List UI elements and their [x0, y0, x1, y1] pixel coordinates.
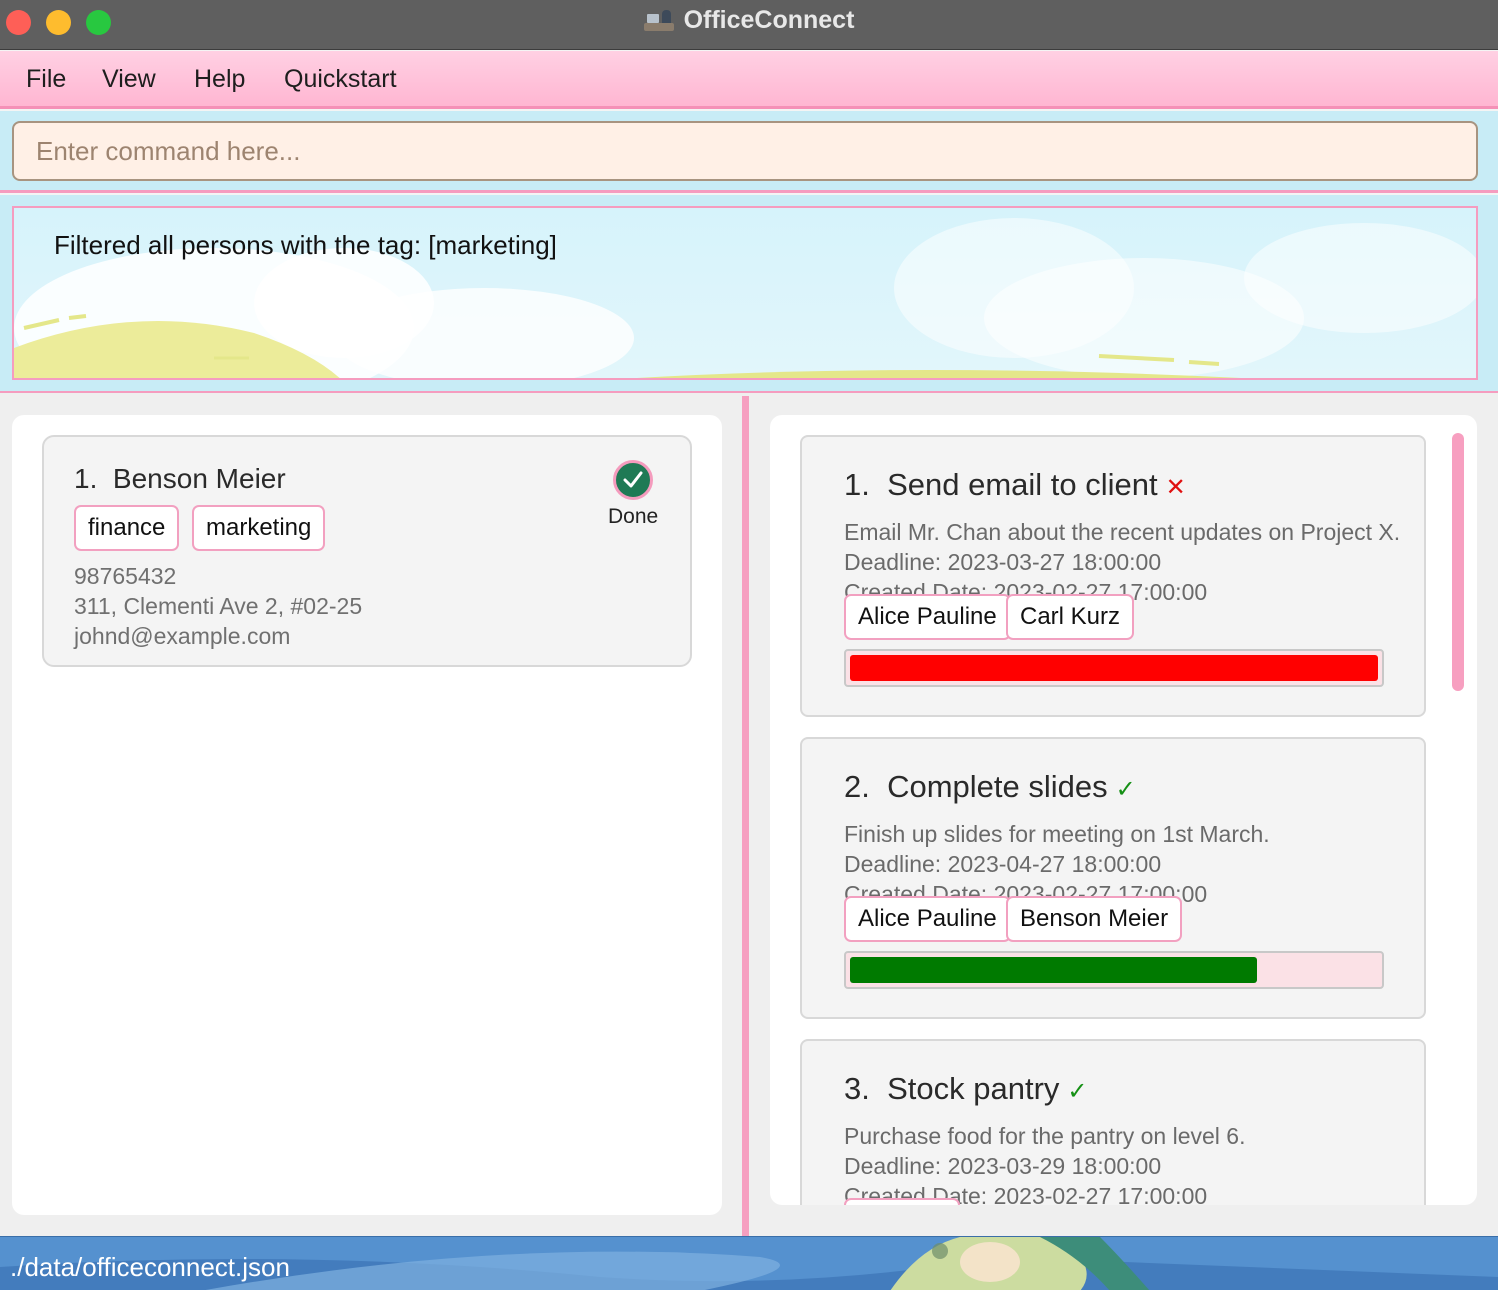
- task-title-text: Send email to client: [887, 467, 1158, 502]
- title-bar: OfficeConnect: [0, 0, 1498, 50]
- task-index: 2.: [844, 769, 870, 804]
- task-card[interactable]: 3. Stock pantry ✓ Purchase food for the p…: [800, 1039, 1426, 1205]
- task-description: Email Mr. Chan about the recent updates …: [844, 519, 1401, 545]
- task-list-scrollbar[interactable]: [1452, 433, 1464, 691]
- checkmark-icon: ✓: [1067, 1078, 1088, 1105]
- task-progress-fill: [850, 655, 1378, 681]
- menu-quickstart[interactable]: Quickstart: [284, 65, 397, 94]
- person-name: 1. Benson Meier: [74, 463, 286, 495]
- result-area: Filtered all persons with the tag: [mark…: [0, 195, 1498, 393]
- task-title-text: Complete slides: [887, 769, 1108, 804]
- task-assignee: Benson Meier: [1006, 896, 1183, 942]
- panel-divider[interactable]: [742, 396, 749, 1236]
- person-tag: finance: [74, 505, 180, 551]
- office-app-icon: [643, 7, 674, 31]
- task-description: Purchase food for the pantry on level 6.: [844, 1123, 1246, 1149]
- task-deadline: Deadline: 2023-04-27 18:00:00: [844, 851, 1162, 877]
- cross-icon: ✕: [1165, 474, 1186, 501]
- person-status-label: Done: [608, 505, 659, 528]
- person-index: 1.: [74, 463, 98, 494]
- command-area: [0, 111, 1498, 193]
- task-card[interactable]: 1. Send email to client ✕ Email Mr. Chan …: [800, 435, 1426, 717]
- person-phone: 98765432: [74, 563, 177, 589]
- task-progress-bar: [844, 951, 1384, 989]
- task-deadline: Deadline: 2023-03-27 18:00:00: [844, 549, 1162, 575]
- task-title-text: Stock pantry: [887, 1071, 1060, 1106]
- task-progress-bar: [844, 649, 1384, 687]
- task-assignee: [844, 1198, 960, 1205]
- person-email: johnd@example.com: [74, 623, 291, 649]
- task-assignee: Alice Pauline: [844, 594, 1011, 640]
- task-list-panel[interactable]: 1. Send email to client ✕ Email Mr. Chan …: [770, 415, 1477, 1205]
- task-title: 2. Complete slides ✓: [844, 769, 1136, 805]
- result-message: Filtered all persons with the tag: [mark…: [54, 230, 557, 260]
- main-content: 1. Benson Meier finance marketing 987654…: [0, 393, 1498, 1236]
- window-title: OfficeConnect: [0, 6, 1498, 35]
- checkmark-icon: ✓: [1115, 776, 1136, 803]
- data-file-path: ./data/officeconnect.json: [10, 1252, 290, 1282]
- window-title-text: OfficeConnect: [683, 6, 855, 34]
- person-card[interactable]: 1. Benson Meier finance marketing 987654…: [42, 435, 692, 667]
- task-assignee: Alice Pauline: [844, 896, 1011, 942]
- menu-file[interactable]: File: [26, 65, 66, 94]
- person-name-text: Benson Meier: [112, 463, 286, 494]
- menu-help[interactable]: Help: [194, 65, 245, 94]
- task-description: Finish up slides for meeting on 1st Marc…: [844, 821, 1270, 847]
- task-index: 3.: [844, 1071, 870, 1106]
- result-display: Filtered all persons with the tag: [mark…: [12, 206, 1478, 380]
- person-address: 311, Clementi Ave 2, #02-25: [74, 593, 363, 619]
- task-progress-fill: [850, 957, 1257, 983]
- status-bar: ./data/officeconnect.json: [0, 1236, 1498, 1290]
- task-deadline: Deadline: 2023-03-29 18:00:00: [844, 1153, 1162, 1179]
- check-circle-icon: [613, 460, 653, 500]
- task-title: 3. Stock pantry ✓: [844, 1071, 1088, 1107]
- task-assignee: Carl Kurz: [1006, 594, 1135, 640]
- task-title: 1. Send email to client ✕: [844, 467, 1186, 503]
- person-tag: marketing: [192, 505, 326, 551]
- menu-bar: File View Help Quickstart: [0, 51, 1498, 109]
- menu-view[interactable]: View: [102, 65, 156, 94]
- person-list-panel[interactable]: 1. Benson Meier finance marketing 987654…: [12, 415, 722, 1215]
- task-card[interactable]: 2. Complete slides ✓ Finish up slides for…: [800, 737, 1426, 1019]
- command-input[interactable]: [12, 121, 1478, 181]
- task-index: 1.: [844, 467, 870, 502]
